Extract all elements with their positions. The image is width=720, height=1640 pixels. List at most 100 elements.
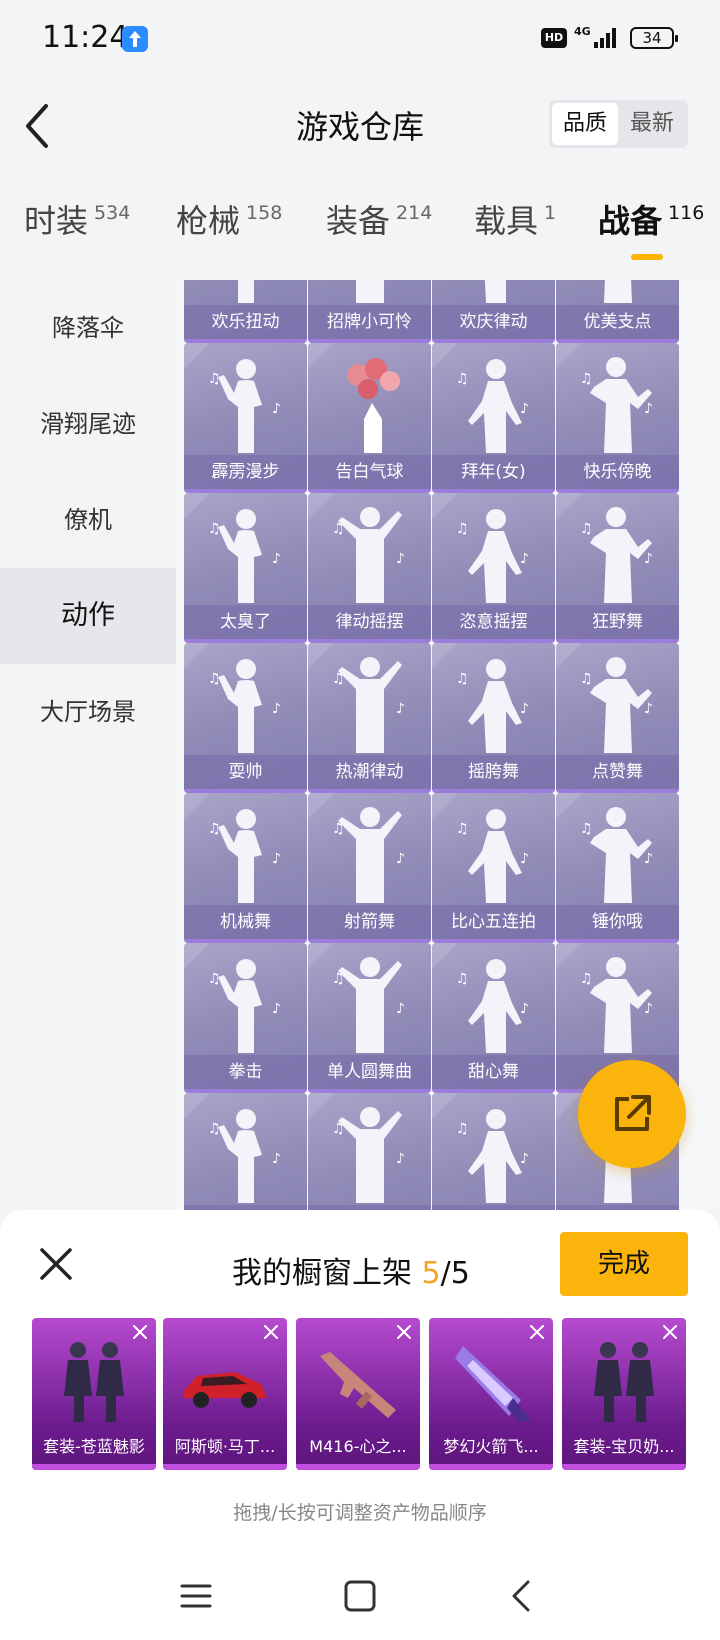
emote-card[interactable]: ♫ ♪ 招牌小可怜: [308, 280, 431, 343]
sort-newest-button[interactable]: 最新: [619, 103, 685, 145]
svg-text:♫: ♫: [580, 371, 593, 387]
svg-text:♫: ♫: [208, 521, 221, 537]
svg-text:♫: ♫: [208, 821, 221, 837]
dance-pose-icon: ♫♪: [580, 657, 653, 753]
reorder-hint: 拖拽/长按可调整资产物品顺序: [233, 1502, 487, 1524]
menu-button[interactable]: [174, 1574, 218, 1618]
home-square-icon: [344, 1580, 376, 1612]
sidebar-item-emotes[interactable]: 动作: [0, 568, 176, 664]
emote-name: 欢庆律动: [432, 305, 555, 339]
svg-text:♪: ♪: [520, 1151, 529, 1167]
emote-name: 锤你哦: [556, 905, 679, 939]
tab-label: 载具: [474, 202, 539, 240]
emote-card[interactable]: ♫ ♪ 欢乐扭动: [184, 280, 307, 343]
emote-card[interactable]: ♫ ♪ 甜心舞: [432, 943, 555, 1093]
showcase-item[interactable]: 套装-苍蓝魅影: [32, 1318, 156, 1470]
emote-card[interactable]: ♫ ♪ 热潮律动: [308, 643, 431, 793]
svg-text:♫: ♫: [580, 521, 593, 537]
close-button[interactable]: [36, 1244, 76, 1284]
tab-battle-gear[interactable]: 战备 116: [598, 196, 704, 256]
emote-name: 射箭舞: [308, 905, 431, 939]
dance-pose-icon: ♫♪: [208, 659, 281, 753]
active-tab-indicator: [631, 254, 663, 260]
tab-vehicles[interactable]: 载具 1: [474, 196, 556, 256]
emote-card[interactable]: ♫ ♪ 狂野舞: [556, 493, 679, 643]
outfit-icon: [594, 1342, 654, 1422]
showcase-item[interactable]: 阿斯顿·马丁...: [163, 1318, 287, 1470]
emote-name: 太臭了: [184, 605, 307, 639]
dance-pose-icon: ♫♪: [580, 357, 653, 453]
emote-card[interactable]: 告白气球: [308, 343, 431, 493]
emote-card[interactable]: ♫ ♪ 射箭舞: [308, 793, 431, 943]
emote-card[interactable]: ♫ ♪ 点赞舞: [556, 643, 679, 793]
emote-card[interactable]: ♫ ♪ 拳击: [184, 943, 307, 1093]
emote-card[interactable]: ♫ ♪ 太臭了: [184, 493, 307, 643]
dance-pose-icon: ♫♪: [208, 509, 281, 603]
dance-pose-icon: ♫♪: [356, 280, 384, 303]
upload-icon: [122, 26, 148, 52]
svg-text:♫: ♫: [580, 971, 593, 987]
dance-pose-icon: ♫♪: [456, 809, 529, 903]
dance-pose-icon: ♫♪: [580, 507, 653, 603]
svg-text:♪: ♪: [272, 551, 281, 567]
emote-card[interactable]: ♫♪: [184, 1093, 307, 1210]
svg-text:♪: ♪: [272, 851, 281, 867]
emote-name: 招牌小可怜: [308, 305, 431, 339]
signal-icon: 4G: [574, 24, 626, 56]
showcase-item[interactable]: 梦幻火箭飞...: [429, 1318, 553, 1470]
sidebar-item-glide-trail[interactable]: 滑翔尾迹: [0, 376, 176, 472]
status-time: 11:24: [42, 20, 129, 55]
home-button[interactable]: [338, 1574, 382, 1618]
svg-text:♫: ♫: [332, 971, 345, 987]
emote-card[interactable]: ♫ ♪ 拜年(女): [432, 343, 555, 493]
sort-quality-button[interactable]: 品质: [552, 103, 618, 145]
emote-card[interactable]: ♫ ♪ 机械舞: [184, 793, 307, 943]
emote-card[interactable]: ♫ ♪ 快乐傍晚: [556, 343, 679, 493]
tab-fashion[interactable]: 时装 534: [24, 196, 130, 256]
emote-card[interactable]: ♫♪: [432, 1093, 555, 1210]
dance-pose-icon: ♫♪: [208, 359, 281, 453]
sidebar-item-parachute[interactable]: 降落伞: [0, 280, 176, 376]
svg-text:♫: ♫: [332, 671, 345, 687]
emote-card[interactable]: ♫ ♪ 比心五连拍: [432, 793, 555, 943]
emote-card[interactable]: ♫ ♪ 恣意摇摆: [432, 493, 555, 643]
emote-card[interactable]: ♫♪优美支点: [556, 280, 679, 343]
showcase-item[interactable]: M416-心之...: [296, 1318, 420, 1470]
showcase-item[interactable]: 套装-宝贝奶...: [562, 1318, 686, 1470]
emote-card[interactable]: ♫ ♪ 律动摇摆: [308, 493, 431, 643]
emote-card[interactable]: ♫ ♪ 欢庆律动: [432, 280, 555, 343]
emote-name: 点赞舞: [556, 755, 679, 789]
nav-back-button[interactable]: [500, 1574, 544, 1618]
emote-name: 优美支点: [556, 305, 679, 339]
share-button[interactable]: [578, 1060, 686, 1168]
svg-text:♫: ♫: [208, 671, 221, 687]
menu-icon: [180, 1584, 212, 1608]
svg-text:♪: ♪: [644, 401, 653, 417]
emote-card[interactable]: ♫♪: [308, 1093, 431, 1210]
done-button[interactable]: 完成: [560, 1232, 688, 1296]
dance-pose-icon: ♫♪: [238, 280, 254, 303]
sidebar-item-wingman[interactable]: 僚机: [0, 472, 176, 568]
emote-name: 甜心舞: [432, 1055, 555, 1089]
dance-pose-icon: ♫♪: [456, 659, 529, 753]
emote-card[interactable]: ♫ ♪ 霹雳漫步: [184, 343, 307, 493]
emote-card[interactable]: ♫ ♪ 摇胯舞: [432, 643, 555, 793]
svg-text:♪: ♪: [272, 1001, 281, 1017]
dance-pose-icon: ♫♪: [332, 807, 405, 903]
emote-name: 狂野舞: [556, 605, 679, 639]
svg-text:♫: ♫: [580, 821, 593, 837]
tab-firearms[interactable]: 枪械 158: [176, 196, 282, 256]
emote-card[interactable]: ♫ ♪ 锤你哦: [556, 793, 679, 943]
tab-label: 装备: [326, 202, 391, 240]
emote-card[interactable]: ♫ ♪ 单人圆舞曲: [308, 943, 431, 1093]
tab-equipment[interactable]: 装备 214: [326, 196, 432, 256]
system-nav-bar: [0, 1560, 720, 1640]
sidebar-item-lobby-scene[interactable]: 大厅场景: [0, 664, 176, 760]
emote-card[interactable]: ♫ ♪ 耍帅: [184, 643, 307, 793]
tab-count: 116: [668, 202, 705, 224]
outfit-icon: [64, 1342, 124, 1422]
svg-text:♫: ♫: [332, 821, 345, 837]
svg-text:♪: ♪: [396, 701, 405, 717]
showcase-item-label: 阿斯顿·马丁...: [174, 1437, 276, 1456]
showcase-item-label: 梦幻火箭飞...: [443, 1437, 539, 1456]
